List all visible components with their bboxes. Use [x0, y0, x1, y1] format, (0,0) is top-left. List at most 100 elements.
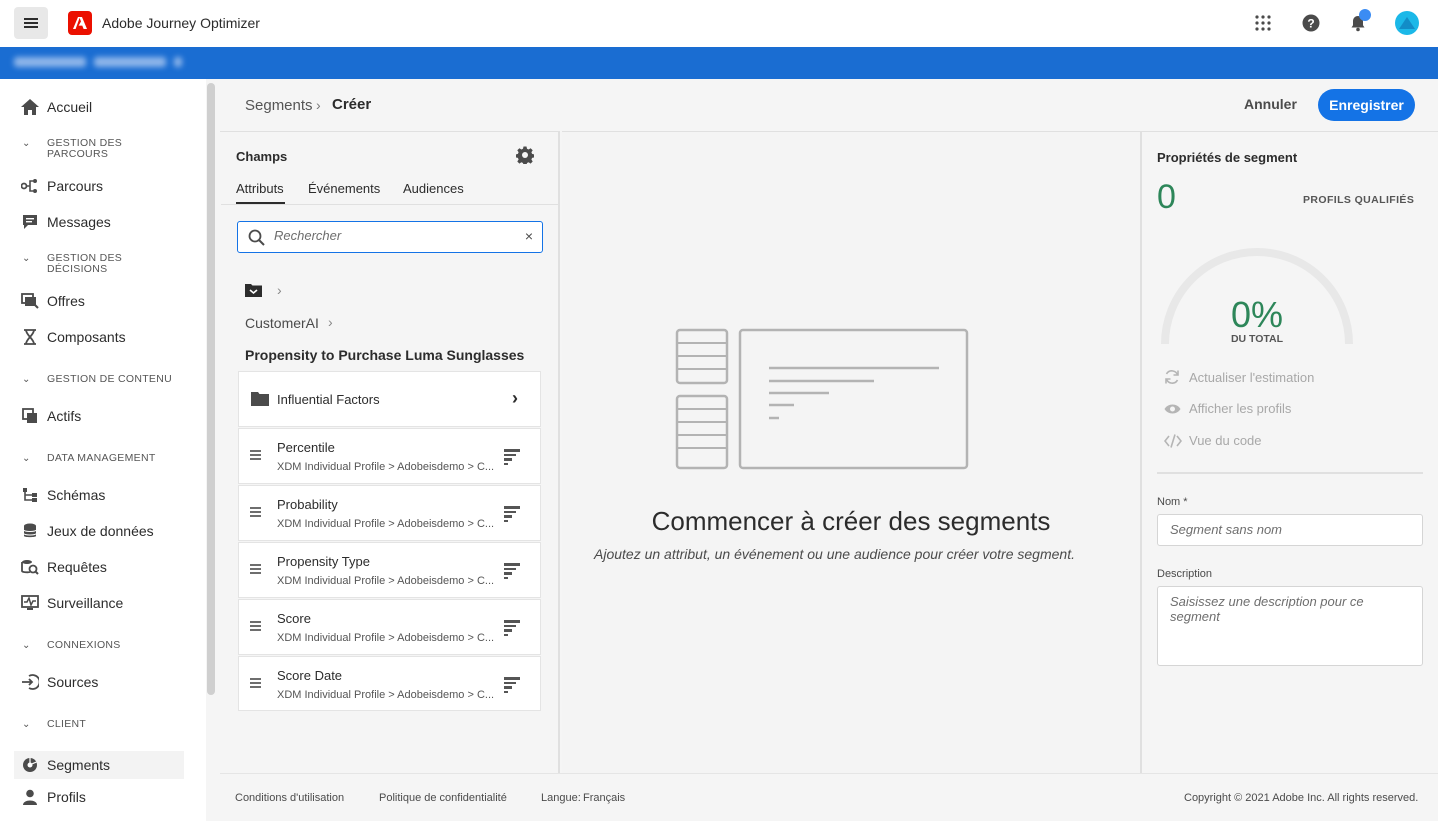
eye-icon	[1164, 403, 1182, 415]
drag-handle-icon[interactable]	[250, 507, 261, 519]
notification-badge	[1359, 9, 1371, 21]
adobe-logo-icon[interactable]	[68, 11, 92, 35]
chevron-down-icon: ⌄	[22, 719, 31, 730]
nav-item-offers[interactable]: Offres	[20, 291, 85, 311]
notifications-bell-icon[interactable]	[1347, 9, 1371, 34]
svg-text:?: ?	[1307, 17, 1314, 31]
nav-item-segments[interactable]: Segments	[14, 751, 184, 779]
privacy-link[interactable]: Politique de confidentialité	[379, 792, 507, 804]
org-name-redacted	[14, 57, 182, 69]
apps-grid-icon[interactable]	[1252, 12, 1274, 34]
org-switcher-bar[interactable]	[0, 47, 1438, 79]
drag-handle-icon[interactable]	[250, 450, 261, 462]
nav-section-data[interactable]: ⌄ DATA MANAGEMENT	[22, 453, 156, 465]
cancel-button[interactable]: Annuler	[1244, 96, 1297, 112]
nav-item-profiles[interactable]: Profils	[20, 787, 86, 807]
distribution-icon[interactable]	[504, 563, 520, 581]
top-bar: Adobe Journey Optimizer ?	[0, 0, 1438, 47]
offers-icon	[20, 291, 40, 311]
app-title: Adobe Journey Optimizer	[102, 15, 260, 31]
view-profiles-action[interactable]: Afficher les profils	[1164, 401, 1291, 416]
canvas-heading: Commencer à créer des segments	[651, 506, 1051, 536]
distribution-icon[interactable]	[504, 620, 520, 638]
segments-icon	[20, 755, 40, 775]
group-title: Propensity to Purchase Luma Sunglasses	[245, 347, 525, 363]
nav-section-client[interactable]: ⌄ CLIENT	[22, 719, 86, 731]
nav-item-assets[interactable]: Actifs	[20, 406, 81, 426]
home-icon	[20, 97, 40, 117]
nav-item-components[interactable]: Composants	[20, 327, 126, 347]
drag-handle-icon[interactable]	[250, 621, 261, 633]
fields-title: Champs	[236, 149, 288, 164]
nav-item-schemas[interactable]: Schémas	[20, 485, 105, 505]
nav-item-sources[interactable]: Sources	[20, 672, 98, 692]
hourglass-icon	[20, 327, 40, 347]
chevron-down-icon: ⌄	[22, 374, 31, 385]
percent-label: DU TOTAL	[1230, 333, 1284, 345]
nav-item-journeys[interactable]: Parcours	[20, 176, 103, 196]
journey-icon	[20, 176, 40, 196]
copyright: Copyright © 2021 Adobe Inc. All rights r…	[1184, 792, 1419, 804]
segment-name-input[interactable]	[1170, 522, 1410, 537]
save-button[interactable]: Enregistrer	[1318, 89, 1415, 121]
attribute-row[interactable]: Percentile XDM Individual Profile > Adob…	[238, 428, 541, 484]
nav-item-home[interactable]: Accueil	[20, 97, 92, 117]
clear-search-icon[interactable]: ×	[525, 228, 533, 244]
tab-audiences[interactable]: Audiences	[403, 181, 464, 196]
attribute-row[interactable]: Score XDM Individual Profile > Adobeisde…	[238, 599, 541, 655]
monitoring-icon	[20, 593, 40, 613]
path-customerai[interactable]: CustomerAI	[245, 315, 319, 331]
sidebar-scrollbar[interactable]	[207, 83, 215, 695]
folder-label: Influential Factors	[277, 392, 380, 407]
name-label: Nom *	[1157, 496, 1188, 508]
nav-section-journeys[interactable]: ⌄ GESTION DES PARCOURS	[22, 138, 122, 160]
canvas-subheading: Ajoutez un attribut, un événement ou une…	[594, 546, 1075, 562]
path-chevron-icon: ›	[328, 314, 333, 330]
attribute-row[interactable]: Score Date XDM Individual Profile > Adob…	[238, 656, 541, 711]
drag-handle-icon[interactable]	[250, 678, 261, 690]
qualified-count-label: PROFILS QUALIFIÉS	[1303, 194, 1415, 206]
menu-toggle-button[interactable]	[14, 7, 48, 39]
search-input[interactable]	[274, 228, 514, 243]
tab-attributes[interactable]: Attributs	[236, 181, 284, 196]
distribution-icon[interactable]	[504, 506, 520, 524]
language-link[interactable]: Français	[583, 792, 625, 804]
refresh-estimate-action[interactable]: Actualiser l'estimation	[1164, 369, 1314, 385]
attribute-row[interactable]: Probability XDM Individual Profile > Ado…	[238, 485, 541, 541]
nav-item-messages[interactable]: Messages	[20, 212, 111, 232]
code-view-action[interactable]: Vue du code	[1164, 433, 1262, 448]
attribute-row[interactable]: Propensity Type XDM Individual Profile >…	[238, 542, 541, 598]
database-icon	[20, 521, 40, 541]
nav-item-queries[interactable]: Requêtes	[20, 557, 107, 577]
chevron-down-icon: ⌄	[22, 138, 31, 149]
nav-item-datasets[interactable]: Jeux de données	[20, 521, 154, 541]
query-icon	[20, 557, 40, 577]
nav-section-decisions[interactable]: ⌄ GESTION DES DÉCISIONS	[22, 253, 122, 275]
folder-influential-factors[interactable]: Influential Factors ›	[238, 371, 541, 427]
nav-section-content[interactable]: ⌄ GESTION DE CONTENU	[22, 374, 172, 386]
breadcrumb-chevron-icon: ›	[316, 97, 321, 113]
page-title: Créer	[332, 96, 372, 113]
properties-divider	[1157, 472, 1423, 474]
tabs-divider	[221, 204, 559, 205]
user-avatar[interactable]	[1395, 11, 1419, 35]
terms-link[interactable]: Conditions d'utilisation	[235, 792, 344, 804]
nav-item-monitoring[interactable]: Surveillance	[20, 593, 123, 613]
distribution-icon[interactable]	[504, 677, 520, 695]
sources-icon	[20, 672, 40, 692]
footer: Conditions d'utilisation Politique de co…	[220, 773, 1438, 821]
segment-description-input[interactable]	[1170, 594, 1410, 639]
breadcrumb-segments-link[interactable]: Segments	[245, 97, 313, 114]
left-nav: Accueil ⌄ GESTION DES PARCOURS Parcours M…	[0, 79, 206, 821]
drag-handle-icon[interactable]	[250, 564, 261, 576]
nav-section-connections[interactable]: ⌄ CONNEXIONS	[22, 640, 121, 652]
gear-icon[interactable]	[515, 146, 535, 169]
folder-icon	[251, 392, 269, 406]
help-icon[interactable]: ?	[1300, 12, 1322, 34]
assets-icon	[20, 406, 40, 426]
distribution-icon[interactable]	[504, 449, 520, 467]
chevron-right-icon: ›	[512, 388, 518, 408]
folder-root-icon[interactable]	[245, 283, 262, 302]
field-search: ×	[237, 221, 543, 253]
tab-events[interactable]: Événements	[308, 181, 380, 196]
